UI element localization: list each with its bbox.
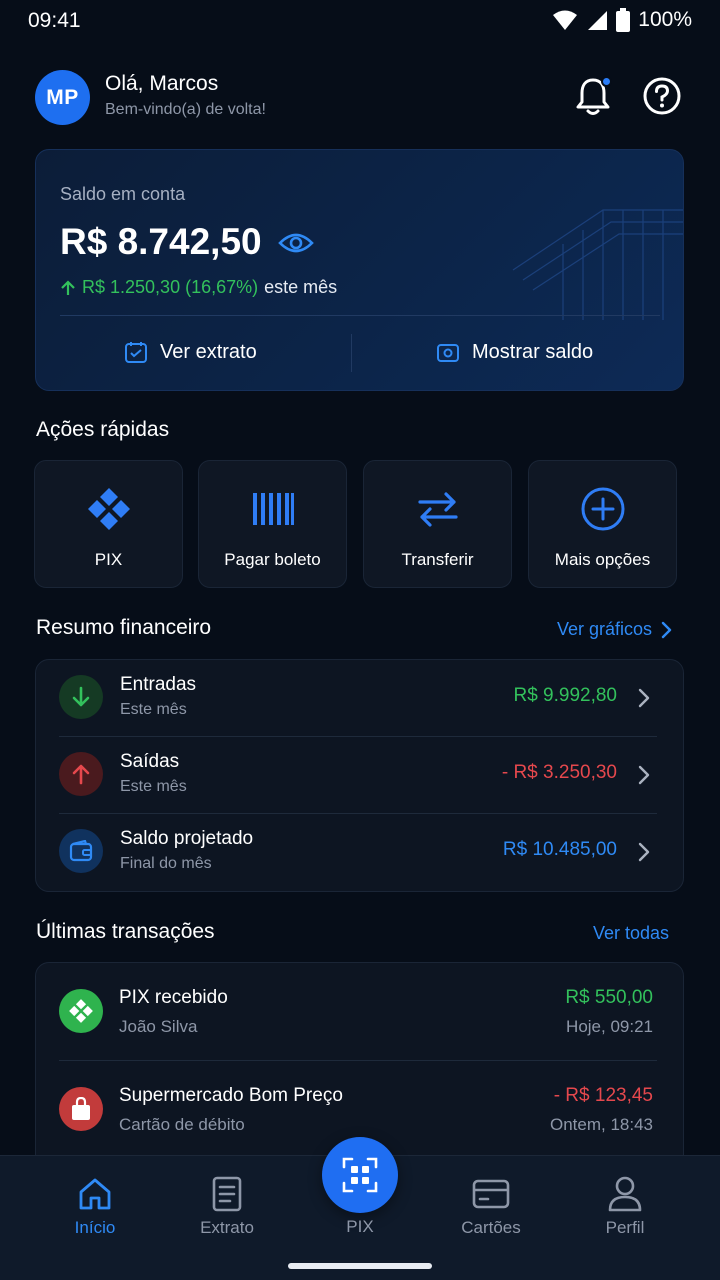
balance-value: R$ 8.742,50 [60,221,262,262]
pix-icon [59,989,103,1033]
summary-row-subtitle: Final do mês [120,855,212,872]
help-button[interactable] [642,76,682,116]
balance-card: Saldo em conta R$ 8.742,50 R$ 1.250,30 (… [35,149,684,391]
quick-action-label: Mais opções [554,550,651,569]
quick-actions-title: Ações rápidas [36,418,170,441]
view-charts-label: Ver gráficos [557,619,653,639]
transaction-subtitle: Cartão de débito [119,1115,245,1134]
nav-label: Perfil [605,1218,645,1237]
transfer-icon [415,486,461,532]
divider [351,334,352,372]
summary-row-subtitle: Este mês [120,778,187,795]
quick-action-transfer[interactable]: Transferir [363,460,512,588]
nav-item-statement[interactable]: Extrato [167,1156,287,1256]
view-all-label: Ver todas [593,923,670,943]
summary-title: Resumo financeiro [36,616,212,639]
view-statement-button[interactable]: Ver extrato [124,340,257,364]
card-icon [471,1174,511,1214]
arrow-down-icon [59,675,103,719]
chevron-right-icon [638,765,650,785]
quick-action-label: Transferir [401,550,474,569]
status-bar: 09:41 100% [0,0,720,42]
view-statement-label: Ver extrato [160,340,257,363]
wifi-icon [553,10,578,30]
nav-label: Cartões [461,1218,521,1237]
qr-scan-icon [342,1157,378,1193]
welcome-text: Bem-vindo(a) de volta! [105,101,266,118]
transaction-time: Ontem, 18:43 [549,1115,653,1134]
nav-label: PIX [346,1217,374,1236]
document-icon [207,1174,247,1214]
chevron-right-icon [661,621,672,638]
status-time: 09:41 [28,9,81,32]
home-indicator[interactable] [288,1263,432,1269]
statement-icon [125,342,147,363]
nav-label: Início [74,1218,116,1237]
summary-row-subtitle: Este mês [120,701,187,718]
chevron-right-icon [638,688,650,708]
arrow-up-icon [59,752,103,796]
shopping-bag-icon [59,1087,103,1131]
nav-label: Extrato [200,1218,254,1237]
pix-icon [86,486,132,532]
eye-icon [278,233,314,253]
transaction-subtitle: João Silva [119,1017,198,1036]
battery-level: 100% [638,8,692,31]
balance-change: R$ 1.250,30 (16,67%) este mês [60,277,337,298]
arrow-up-icon [61,279,75,295]
avatar[interactable]: MP [35,70,90,125]
summary-row-expenses[interactable]: Saídas Este mês - R$ 3.250,30 [36,737,683,814]
summary-row-value: - R$ 3.250,30 [501,762,617,783]
user-icon [605,1174,645,1214]
status-icons: 100% [552,8,692,32]
divider [60,315,660,316]
transactions-title: Últimas transações [36,920,215,943]
signal-icon [588,11,608,30]
nav-item-home[interactable]: Início [35,1156,155,1256]
quick-action-label: Pagar boleto [224,550,321,569]
chevron-right-icon [638,842,650,862]
quick-action-pix[interactable]: PIX [34,460,183,588]
summary-row-projected-balance[interactable]: Saldo projetado Final do mês R$ 10.485,0… [36,814,683,891]
quick-action-more-options[interactable]: Mais opções [528,460,677,588]
summary-row-title: Saldo projetado [120,828,254,849]
help-icon [643,77,681,115]
transaction-row[interactable]: PIX recebido João Silva R$ 550,00 Hoje, … [36,963,683,1061]
transaction-amount: R$ 550,00 [565,987,653,1008]
wallet-icon [59,829,103,873]
show-balance-label: Mostrar saldo [472,340,594,363]
quick-action-pay-bill[interactable]: Pagar boleto [198,460,347,588]
transaction-title: PIX recebido [119,987,228,1008]
summary-row-title: Entradas [120,674,197,695]
transaction-time: Hoje, 09:21 [566,1017,653,1036]
summary-row-income[interactable]: Entradas Este mês R$ 9.992,80 [36,660,683,737]
battery-icon [616,8,631,32]
summary-row-title: Saídas [120,751,180,772]
building-decoration-icon [512,209,683,320]
balance-label: Saldo em conta [60,184,186,204]
nav-item-profile[interactable]: Perfil [565,1156,685,1256]
barcode-icon [250,486,296,532]
greeting: Olá, Marcos [105,72,219,95]
nav-item-cards[interactable]: Cartões [431,1156,551,1256]
toggle-visibility-button[interactable] [278,229,314,257]
balance-change-value: R$ 1.250,30 (16,67%) [82,277,259,297]
financial-summary-card: Entradas Este mês R$ 9.992,80 Saídas Est… [35,659,684,892]
home-icon [75,1174,115,1214]
view-charts-link[interactable]: Ver gráficos [557,619,672,640]
pix-scan-button[interactable] [322,1137,398,1213]
plus-circle-icon [580,486,626,532]
avatar-initials: MP [46,85,79,109]
quick-action-label: PIX [94,550,123,569]
view-all-link[interactable]: Ver todas [593,923,669,944]
notification-badge [601,76,612,87]
balance-change-period: este mês [264,277,338,297]
show-balance-button[interactable]: Mostrar saldo [436,340,593,364]
transaction-amount: - R$ 123,45 [553,1085,653,1106]
summary-row-value: R$ 10.485,00 [502,839,617,860]
transaction-title: Supermercado Bom Preço [119,1085,343,1106]
camera-icon [437,344,459,362]
summary-row-value: R$ 9.992,80 [513,685,617,706]
